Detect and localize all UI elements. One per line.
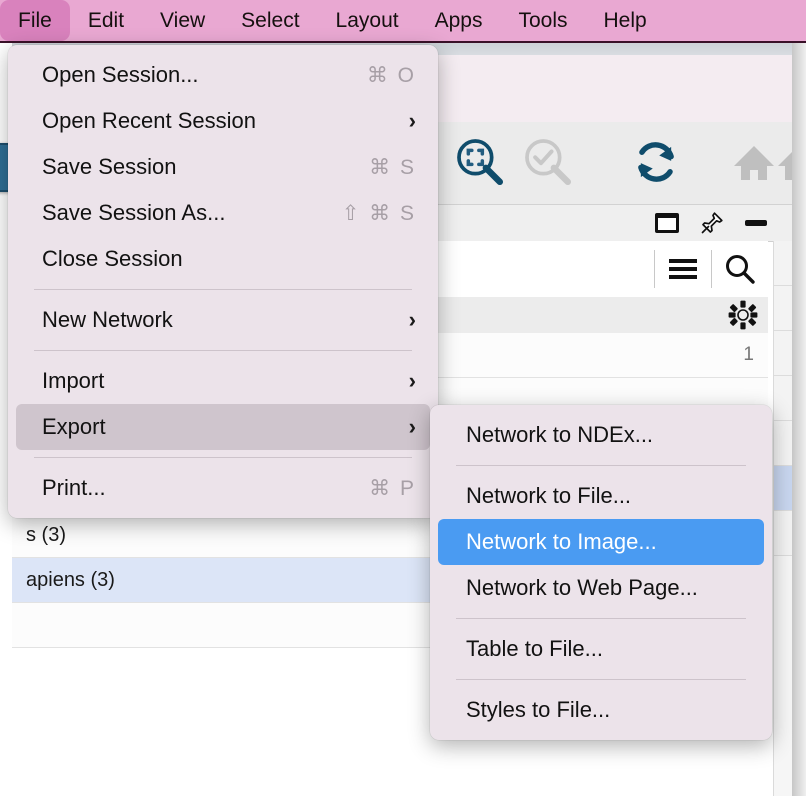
menu-item-table-to-file[interactable]: Table to File... [438, 626, 764, 672]
menu-item-shortcut: ⌘ S [369, 155, 416, 180]
gear-icon[interactable] [728, 300, 758, 330]
menu-item-network-to-file[interactable]: Network to File... [438, 473, 764, 519]
menubar-label: Edit [88, 9, 124, 33]
menubar-label: Help [604, 9, 647, 33]
menu-item-label: Network to File... [466, 483, 631, 509]
menu-item-label: Export [42, 414, 106, 440]
menu-item-network-to-ndex[interactable]: Network to NDEx... [438, 412, 764, 458]
menu-item-label: Import [42, 368, 104, 394]
file-menu-dropdown: Open Session... ⌘ O Open Recent Session … [8, 45, 438, 518]
menu-item-network-to-web-page[interactable]: Network to Web Page... [438, 565, 764, 611]
menu-item-export[interactable]: Export › [16, 404, 430, 450]
menubar-item-help[interactable]: Help [586, 0, 665, 41]
menu-separator [34, 289, 412, 290]
menu-item-label: Save Session [42, 154, 177, 180]
minimize-panel-icon[interactable] [744, 218, 768, 228]
menu-item-new-network[interactable]: New Network › [16, 297, 430, 343]
menu-item-label: New Network [42, 307, 173, 333]
menubar-label: File [18, 9, 52, 33]
menu-item-import[interactable]: Import › [16, 358, 430, 404]
menu-item-open-session[interactable]: Open Session... ⌘ O [16, 52, 430, 98]
menu-item-shortcut: ⇧ ⌘ S [342, 201, 416, 226]
menu-item-print[interactable]: Print... ⌘ P [16, 465, 430, 511]
export-submenu-dropdown: Network to NDEx... Network to File... Ne… [430, 405, 772, 740]
search-icon[interactable] [712, 241, 768, 297]
pin-panel-icon[interactable] [700, 211, 724, 235]
menu-item-label: Network to Image... [466, 529, 657, 555]
menubar-item-select[interactable]: Select [223, 0, 317, 41]
menu-item-network-to-image[interactable]: Network to Image... [438, 519, 764, 565]
menu-item-label: Print... [42, 475, 106, 501]
menu-item-label: Open Recent Session [42, 108, 256, 134]
zoom-to-fit-icon[interactable] [452, 134, 508, 190]
menubar-label: Tools [518, 9, 567, 33]
menu-item-label: Save Session As... [42, 200, 225, 226]
menu-item-shortcut: ⌘ O [367, 63, 416, 88]
menubar-label: View [160, 9, 205, 33]
menu-separator [456, 679, 746, 680]
chevron-right-icon: › [409, 307, 416, 333]
menu-item-save-session[interactable]: Save Session ⌘ S [16, 144, 430, 190]
chevron-right-icon: › [409, 108, 416, 134]
hamburger-menu-icon[interactable] [655, 241, 711, 297]
table-row-label: apiens (3) [26, 569, 115, 592]
menu-item-styles-to-file[interactable]: Styles to File... [438, 687, 764, 733]
menu-item-label: Close Session [42, 246, 183, 272]
menu-item-label: Open Session... [42, 62, 199, 88]
menu-item-open-recent-session[interactable]: Open Recent Session › [16, 98, 430, 144]
float-panel-icon[interactable] [654, 212, 680, 234]
menubar-label: Apps [435, 9, 483, 33]
menu-separator [34, 350, 412, 351]
menu-item-save-session-as[interactable]: Save Session As... ⇧ ⌘ S [16, 190, 430, 236]
table-scrollbar[interactable] [773, 241, 792, 796]
menubar-item-edit[interactable]: Edit [70, 0, 142, 41]
menubar-label: Select [241, 9, 299, 33]
menu-separator [456, 465, 746, 466]
menubar-item-apps[interactable]: Apps [417, 0, 501, 41]
application-window: d [0, 0, 806, 796]
chevron-right-icon: › [409, 368, 416, 394]
menubar-item-layout[interactable]: Layout [318, 0, 417, 41]
menubar-label: Layout [336, 9, 399, 33]
menu-bar: File Edit View Select Layout Apps Tools … [0, 0, 806, 43]
menu-item-label: Network to NDEx... [466, 422, 653, 448]
window-right-edge [792, 40, 806, 796]
menu-separator [34, 457, 412, 458]
menu-item-shortcut: ⌘ P [369, 476, 416, 501]
table-row-label: s (3) [26, 524, 66, 547]
chevron-right-icon: › [409, 414, 416, 440]
menu-item-label: Network to Web Page... [466, 575, 698, 601]
menubar-item-tools[interactable]: Tools [500, 0, 585, 41]
zoom-to-selection-icon[interactable] [520, 134, 576, 190]
menubar-item-view[interactable]: View [142, 0, 223, 41]
menu-item-label: Styles to File... [466, 697, 610, 723]
menubar-item-file[interactable]: File [0, 0, 70, 41]
menu-item-close-session[interactable]: Close Session [16, 236, 430, 282]
table-row-number: 1 [743, 344, 754, 366]
menu-separator [456, 618, 746, 619]
menu-item-label: Table to File... [466, 636, 603, 662]
refresh-icon[interactable] [630, 136, 682, 188]
